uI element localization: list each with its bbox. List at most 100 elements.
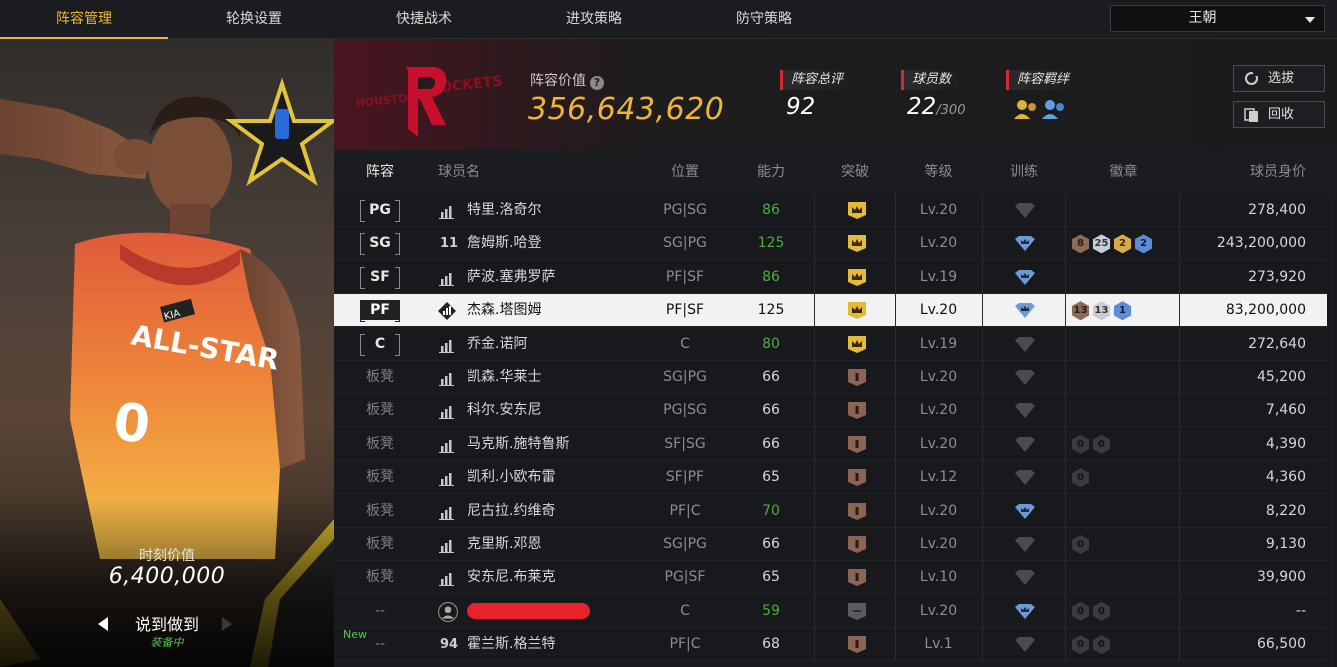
player-card[interactable]: ALL-STAR 0 KIA 时刻价值 6,400,000 说到做到 装备中 <box>0 39 334 667</box>
table-row[interactable]: 板凳 尼古拉.约维奇 PF|C 70 Lv.20 8,220 <box>334 494 1327 528</box>
badges-cell[interactable] <box>1067 194 1180 227</box>
table-row[interactable]: 板凳 安东尼.布莱克 PG|SF 65 Lv.10 39,900 <box>334 561 1327 595</box>
breakthrough-cell[interactable] <box>814 494 896 528</box>
table-row[interactable]: 板凳 凯森.华莱士 SG|PG 66 Lv.20 45,200 <box>334 361 1327 394</box>
badges-cell[interactable] <box>1067 327 1180 361</box>
table-row[interactable]: 板凳 凯利.小欧布雷 SF|PF 65 Lv.12 0 4,360 <box>334 461 1327 495</box>
breakthrough-cell[interactable] <box>814 194 896 227</box>
breakthrough-cell[interactable] <box>814 528 896 561</box>
col-level[interactable]: 等级 <box>896 150 981 194</box>
table-row[interactable]: SG 11 詹姆斯.哈登 SG|PG 125 Lv.20 8 25 2 2 243,2… <box>334 227 1327 261</box>
badges-cell[interactable]: 8 25 2 2 <box>1067 227 1180 261</box>
moment-value-label: 时刻价值 <box>139 548 195 564</box>
badge-hex-icon: 0 <box>1071 601 1090 621</box>
col-player-value[interactable]: 球员身价 <box>1180 150 1306 194</box>
training-cell[interactable] <box>982 461 1066 495</box>
training-cell[interactable] <box>982 227 1066 261</box>
table-row[interactable]: SF 萨波.塞弗罗萨 PF|SF 86 Lv.19 273,920 <box>334 260 1327 294</box>
player-level: Lv.20 <box>919 435 958 452</box>
table-row[interactable]: PF 杰森.塔图姆 PF|SF 125 Lv.20 13 13 1 83,200,0… <box>334 294 1327 328</box>
breakthrough-cell[interactable] <box>814 294 896 328</box>
badges-cell[interactable] <box>1067 561 1180 595</box>
table-row[interactable]: 板凳 克里斯.邓恩 SG|PG 66 Lv.20 0 9,130 <box>334 528 1327 561</box>
table-row[interactable]: New -- 94 霍兰斯.格兰特 PF|C 68 Lv.1 00 66,500 <box>334 628 1327 662</box>
player-ability: 86 <box>762 202 780 218</box>
table-row[interactable]: PG 特里.洛奇尔 PG|SG 86 Lv.20 278,400 <box>334 194 1327 227</box>
col-name[interactable]: 球员名 <box>438 150 480 194</box>
player-name: 科尔.安东尼 <box>467 402 542 419</box>
lineup-slot-tag[interactable]: C <box>360 333 400 356</box>
training-cell[interactable] <box>982 294 1066 328</box>
training-cell[interactable] <box>982 628 1066 662</box>
breakthrough-cell[interactable] <box>814 327 896 361</box>
breakthrough-cell[interactable] <box>814 427 896 461</box>
help-icon[interactable]: ? <box>590 76 604 90</box>
training-cell[interactable] <box>982 561 1066 595</box>
breakthrough-badge-icon <box>848 602 866 620</box>
pick-button[interactable]: 选拔 <box>1233 65 1325 92</box>
breakthrough-badge-icon <box>848 302 866 320</box>
badges-cell[interactable]: 00 <box>1067 594 1180 628</box>
tab-lineup-management[interactable]: 阵容管理 <box>0 0 168 39</box>
table-row[interactable]: C 乔金.诺阿 C 80 Lv.19 272,640 <box>334 327 1327 361</box>
col-badges[interactable]: 徽章 <box>1067 150 1180 194</box>
breakthrough-cell[interactable] <box>814 227 896 261</box>
tab-defense-strategy[interactable]: 防守策略 <box>680 0 848 39</box>
recycle-button[interactable]: 回收 <box>1233 101 1325 128</box>
lineup-slot-tag[interactable]: SG <box>360 233 400 256</box>
badges-cell[interactable]: 00 <box>1067 427 1180 461</box>
training-cell[interactable] <box>982 394 1066 428</box>
team-select-dropdown[interactable]: 王朝 <box>1110 5 1325 32</box>
badges-cell[interactable]: 13 13 1 <box>1067 294 1180 328</box>
training-cell[interactable] <box>982 594 1066 628</box>
badges-cell[interactable]: 0 <box>1067 528 1180 561</box>
col-ability[interactable]: 能力 <box>733 150 809 194</box>
training-shield-icon <box>1015 470 1035 486</box>
scrollbar[interactable] <box>1329 194 1335 667</box>
team-bond-icon[interactable] <box>1012 97 1072 121</box>
training-cell[interactable] <box>982 260 1066 294</box>
jersey-number: 0 <box>111 392 153 455</box>
badges-cell[interactable] <box>1067 394 1180 428</box>
badges-cell[interactable]: 00 <box>1067 628 1180 662</box>
badges-cell[interactable] <box>1067 260 1180 294</box>
training-shield-icon <box>1015 269 1035 285</box>
tab-offense-strategy[interactable]: 进攻策略 <box>510 0 678 39</box>
badges-cell[interactable] <box>1067 361 1180 394</box>
breakthrough-cell[interactable] <box>814 260 896 294</box>
lineup-slot-tag[interactable]: PG <box>360 200 400 222</box>
next-card-arrow-icon[interactable] <box>222 617 232 631</box>
col-training[interactable]: 训练 <box>982 150 1066 194</box>
training-cell[interactable] <box>982 427 1066 461</box>
training-cell[interactable] <box>982 327 1066 361</box>
training-cell[interactable] <box>982 361 1066 394</box>
tab-rotation-settings[interactable]: 轮换设置 <box>170 0 338 39</box>
tab-quick-tactics[interactable]: 快捷战术 <box>340 0 508 39</box>
badges-cell[interactable] <box>1067 494 1180 528</box>
breakthrough-cell[interactable] <box>814 361 896 394</box>
table-row[interactable]: -- C 59 Lv.20 00 -- <box>334 594 1327 628</box>
table-row[interactable]: 板凳 马克斯.施特鲁斯 SF|SG 66 Lv.20 00 4,390 <box>334 427 1327 461</box>
training-cell[interactable] <box>982 494 1066 528</box>
col-lineup[interactable]: 阵容 <box>334 150 426 194</box>
breakthrough-cell[interactable] <box>814 461 896 495</box>
training-shield-icon <box>1015 537 1035 552</box>
col-breakthrough[interactable]: 突破 <box>814 150 896 194</box>
breakthrough-badge-icon <box>848 268 866 286</box>
chevron-down-icon <box>1305 17 1315 23</box>
badges-cell[interactable]: 0 <box>1067 461 1180 495</box>
breakthrough-cell[interactable] <box>814 628 896 662</box>
lineup-slot-tag[interactable]: PF <box>360 300 400 323</box>
breakthrough-cell[interactable] <box>814 394 896 428</box>
table-row[interactable]: 板凳 科尔.安东尼 PG|SG 66 Lv.20 7,460 <box>334 394 1327 428</box>
breakthrough-cell[interactable] <box>814 594 896 628</box>
badge-hex-icon: 0 <box>1092 434 1111 454</box>
rating-diamond-icon <box>438 302 456 321</box>
rating-bars-icon <box>439 373 454 386</box>
breakthrough-cell[interactable] <box>814 561 896 595</box>
training-cell[interactable] <box>982 528 1066 561</box>
training-shield-icon <box>1015 570 1035 586</box>
training-cell[interactable] <box>982 194 1066 227</box>
col-position[interactable]: 位置 <box>637 150 733 194</box>
lineup-slot-tag[interactable]: SF <box>360 266 400 289</box>
